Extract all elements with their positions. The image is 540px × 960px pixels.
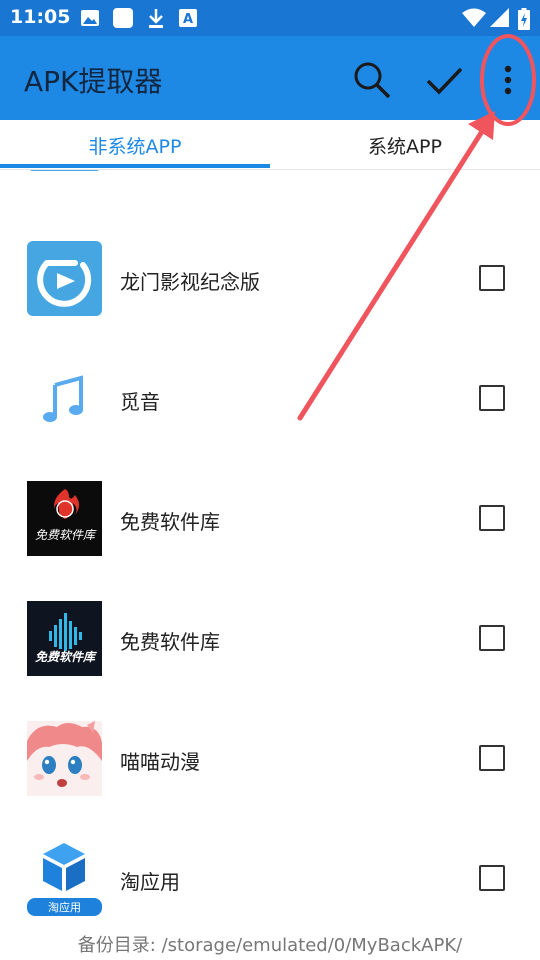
status-bar: 11:05 A (0, 0, 540, 36)
app-name: 免费软件库 (120, 510, 220, 534)
list-item[interactable]: 免费软件库 免费软件库 (0, 460, 540, 580)
tab-system-app[interactable]: 系统APP (270, 120, 540, 170)
wifi-icon (462, 8, 486, 32)
app-name: 龙门影视纪念版 (120, 270, 260, 294)
app-checkbox[interactable] (479, 865, 505, 891)
overflow-menu-button[interactable] (484, 56, 532, 104)
list-item[interactable]: 免费软件库 免费软件库 (0, 580, 540, 700)
longmen-video-icon (27, 241, 102, 316)
video-app-icon (27, 170, 102, 171)
app-checkbox[interactable] (479, 505, 505, 531)
app-bar: APK提取器 (0, 36, 540, 120)
app-name: 喵喵动漫 (120, 750, 200, 774)
icon-text: 免费软件库 (35, 528, 97, 542)
icon-text: 免费软件库 (35, 650, 97, 664)
tao-app-cube-icon: 淘应用 (27, 841, 102, 916)
app-name: 觅音 (120, 390, 160, 414)
list-item[interactable]: 觅音 (0, 340, 540, 460)
download-icon (146, 8, 166, 34)
tab-non-system-app[interactable]: 非系统APP (0, 120, 270, 170)
search-button[interactable] (348, 56, 396, 104)
battery-charging-icon (518, 8, 530, 34)
check-icon (426, 67, 463, 95)
signal-icon (490, 8, 510, 32)
app-list[interactable]: 龙门影视纪念版 觅音 免费软件库 免费软件库 免费软件库 免费软件库 喵喵动漫 … (0, 170, 540, 922)
app-checkbox[interactable] (479, 265, 505, 291)
select-all-button[interactable] (420, 56, 468, 104)
tab-bar: 非系统APP 系统APP (0, 120, 540, 170)
app-checkbox[interactable] (479, 385, 505, 411)
app-title: APK提取器 (24, 65, 163, 98)
app-name: 淘应用 (120, 870, 180, 894)
anime-girl-icon (27, 721, 102, 796)
music-note-icon (27, 361, 102, 436)
free-software-audio-icon: 免费软件库 (27, 601, 102, 676)
list-item[interactable]: 喵喵动漫 (0, 700, 540, 820)
square-notification-icon (112, 8, 134, 34)
list-item[interactable] (0, 170, 540, 195)
app-checkbox[interactable] (479, 745, 505, 771)
tab-indicator (0, 164, 270, 168)
app-name: 免费软件库 (120, 630, 220, 654)
more-vert-icon (504, 65, 512, 95)
text-a-icon: A (178, 8, 198, 32)
svg-text:A: A (183, 12, 193, 27)
backup-path-footer: 备份目录: /storage/emulated/0/MyBackAPK/ (0, 922, 540, 960)
image-icon (80, 8, 100, 32)
free-software-red-icon: 免费软件库 (27, 481, 102, 556)
app-checkbox[interactable] (479, 625, 505, 651)
list-item[interactable]: 淘应用 淘应用 (0, 820, 540, 922)
status-time: 11:05 (10, 6, 71, 28)
icon-text: 淘应用 (48, 900, 81, 914)
list-item[interactable]: 龙门影视纪念版 (0, 220, 540, 340)
search-icon (354, 62, 391, 99)
